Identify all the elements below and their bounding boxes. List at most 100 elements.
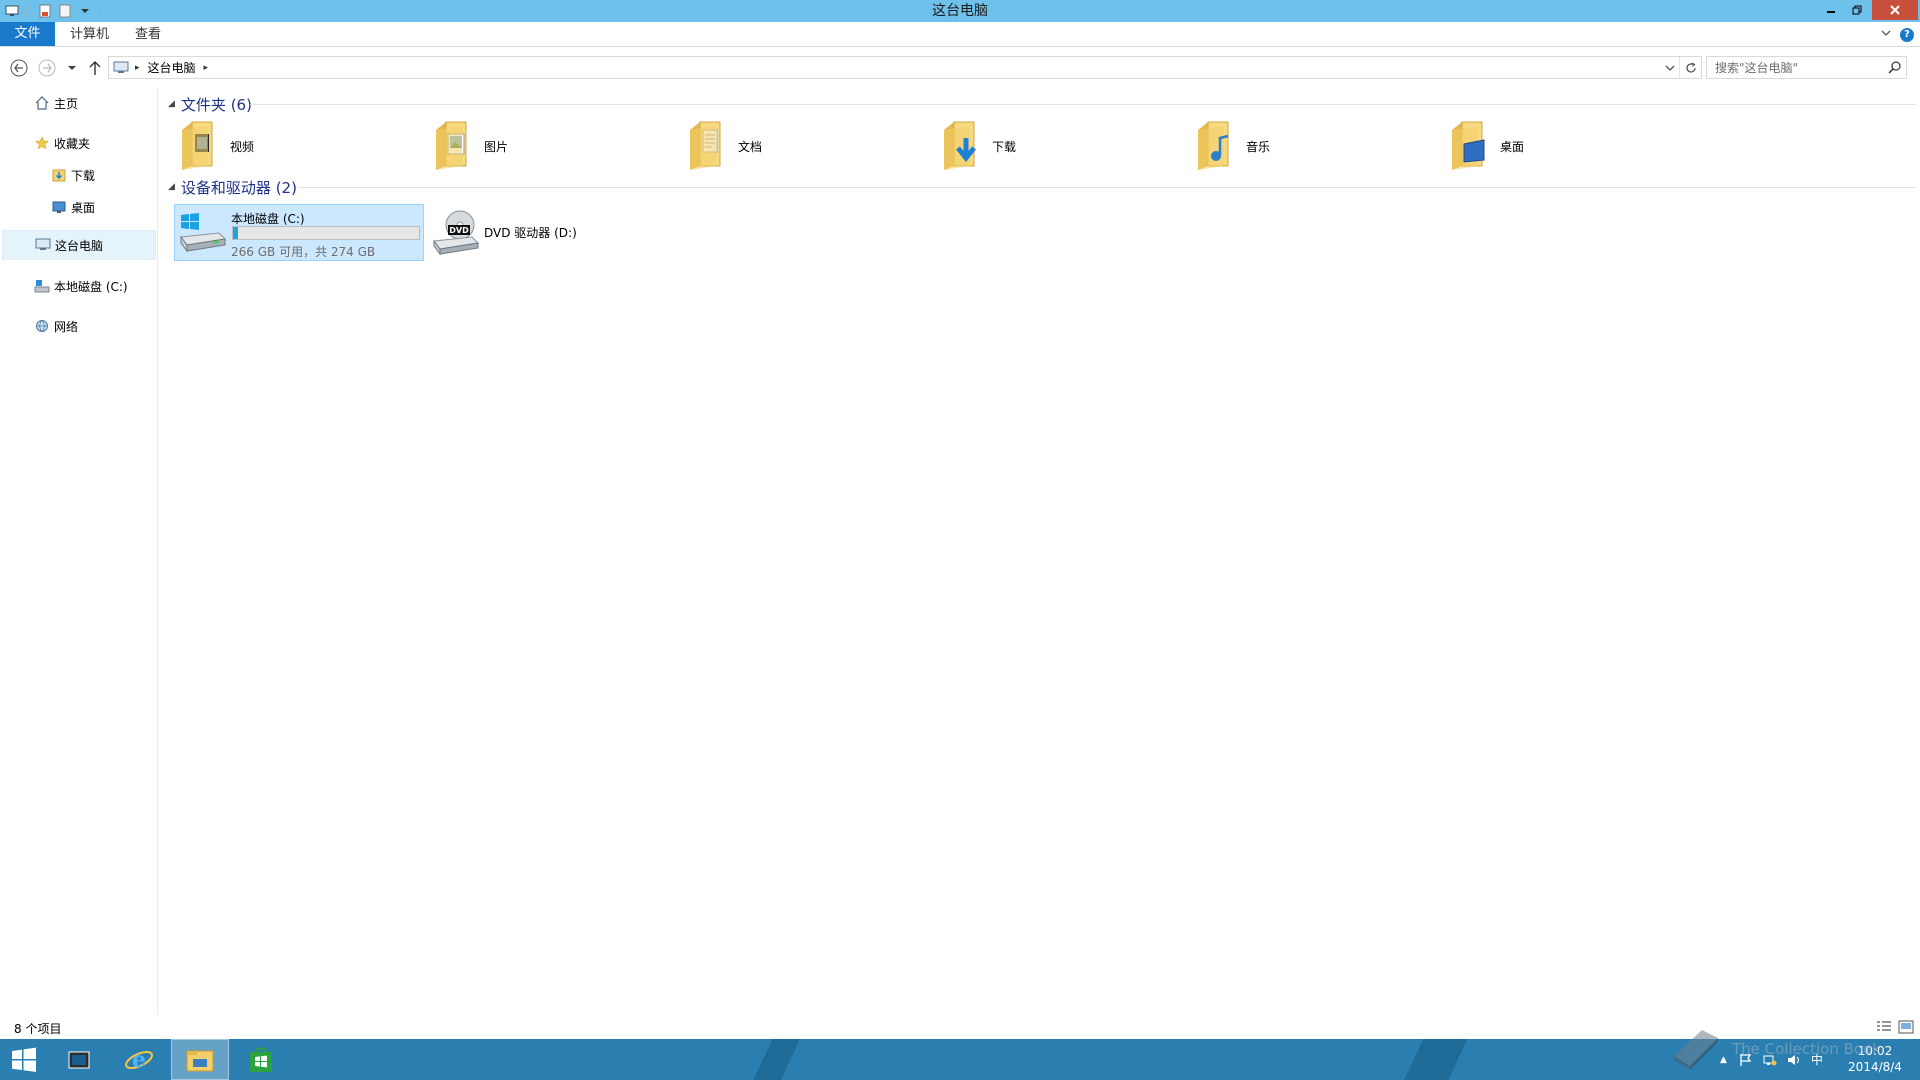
star-icon bbox=[34, 135, 50, 151]
address-bar[interactable]: ▸ 这台电脑 ▸ bbox=[108, 56, 1702, 79]
taskbar-internet-explorer[interactable]: e bbox=[110, 1039, 168, 1080]
folders-group-header[interactable]: ◢ 文件夹 (6) bbox=[168, 93, 252, 115]
group-title: 设备和驱动器 (2) bbox=[180, 178, 297, 197]
store-icon bbox=[250, 1046, 272, 1072]
videos-folder-icon bbox=[178, 120, 226, 172]
toolbar-separator bbox=[99, 5, 100, 17]
folder-label: 图片 bbox=[484, 139, 509, 154]
search-icon[interactable] bbox=[1887, 60, 1902, 75]
search-box bbox=[1706, 56, 1907, 79]
breadcrumb-separator-icon[interactable]: ▸ bbox=[204, 63, 209, 73]
taskbar-store[interactable] bbox=[232, 1039, 290, 1080]
recent-locations-button[interactable] bbox=[62, 58, 82, 78]
breadcrumb-this-pc[interactable]: 这台电脑 bbox=[148, 59, 196, 76]
drive-free-space: 266 GB 可用，共 274 GB bbox=[231, 245, 376, 259]
drive-tile-d[interactable]: DVD DVD 驱动器 (D:) bbox=[432, 204, 577, 261]
start-button[interactable] bbox=[0, 1039, 48, 1080]
customize-toolbar-icon[interactable] bbox=[77, 3, 93, 19]
expand-ribbon-button[interactable] bbox=[1880, 27, 1894, 41]
computer-icon bbox=[113, 61, 129, 73]
sidebar-item-home[interactable]: 主页 bbox=[34, 88, 78, 118]
forward-arrow-icon bbox=[38, 59, 56, 77]
folder-label: 视频 bbox=[230, 139, 255, 154]
tab-view[interactable]: 查看 bbox=[135, 25, 161, 45]
collapse-triangle-icon: ◢ bbox=[168, 182, 175, 192]
item-count: 8 个项目 bbox=[14, 1022, 62, 1036]
close-button[interactable] bbox=[1872, 0, 1918, 20]
sidebar-item-this-pc[interactable]: 这台电脑 bbox=[2, 230, 156, 260]
drive-tile-c[interactable]: 本地磁盘 (C:) 266 GB 可用，共 274 GB bbox=[174, 204, 424, 261]
group-title: 文件夹 (6) bbox=[180, 95, 252, 114]
taskbar-file-explorer[interactable] bbox=[171, 1039, 229, 1080]
dvd-drive-icon: DVD bbox=[432, 207, 480, 259]
tab-computer[interactable]: 计算机 bbox=[70, 25, 109, 45]
toolbar-separator bbox=[26, 5, 27, 17]
refresh-button[interactable] bbox=[1679, 57, 1701, 78]
folder-tile-music[interactable]: 音乐 bbox=[1194, 116, 1270, 176]
sidebar-item-label: 这台电脑 bbox=[55, 238, 104, 253]
close-icon bbox=[1890, 5, 1900, 15]
forward-button[interactable] bbox=[37, 58, 57, 78]
sidebar-item-local-disk[interactable]: 本地磁盘 (C:) bbox=[34, 271, 128, 301]
server-manager-icon bbox=[68, 1051, 90, 1068]
group-divider bbox=[298, 187, 1916, 188]
properties-icon[interactable] bbox=[37, 3, 53, 19]
collapse-triangle-icon: ◢ bbox=[168, 99, 175, 109]
network-icon bbox=[34, 318, 50, 334]
sidebar-item-label: 主页 bbox=[54, 96, 79, 111]
svg-text:DVD: DVD bbox=[449, 226, 469, 235]
tab-file[interactable]: 文件 bbox=[0, 22, 55, 46]
folder-tile-videos[interactable]: 视频 bbox=[178, 116, 254, 176]
taskbar: e ▲ 中 10:02 2014/8/4 bbox=[0, 1039, 1920, 1080]
chevron-down-icon bbox=[1665, 65, 1675, 71]
file-explorer-icon bbox=[186, 1050, 214, 1071]
book-logo-icon bbox=[1674, 1030, 1718, 1070]
title-bar: 这台电脑 bbox=[0, 0, 1920, 22]
taskbar-server-manager[interactable] bbox=[50, 1039, 108, 1080]
group-divider bbox=[250, 104, 1916, 105]
minimize-button[interactable] bbox=[1818, 0, 1844, 20]
music-folder-icon bbox=[1194, 120, 1242, 172]
search-input[interactable] bbox=[1707, 57, 1877, 78]
folder-tile-documents[interactable]: 文档 bbox=[686, 116, 762, 176]
internet-explorer-icon: e bbox=[125, 1047, 153, 1073]
back-button[interactable] bbox=[9, 58, 29, 78]
drive-name: DVD 驱动器 (D:) bbox=[484, 226, 577, 240]
home-icon bbox=[34, 95, 50, 111]
folder-tile-pictures[interactable]: 图片 bbox=[432, 116, 508, 176]
windows-logo-icon bbox=[12, 1047, 36, 1072]
sidebar-item-label: 下载 bbox=[71, 168, 96, 183]
documents-folder-icon bbox=[686, 120, 734, 172]
drive-usage-fill bbox=[233, 227, 239, 239]
quick-access-toolbar bbox=[0, 0, 106, 22]
sidebar-item-desktop[interactable]: 桌面 bbox=[51, 192, 95, 222]
sidebar-item-network[interactable]: 网络 bbox=[34, 311, 78, 341]
desktop-folder-icon bbox=[1448, 120, 1496, 172]
help-button[interactable]: ? bbox=[1900, 28, 1914, 42]
sidebar-item-favorites[interactable]: 收藏夹 bbox=[34, 128, 90, 158]
restore-icon bbox=[1852, 5, 1862, 15]
ribbon: 文件 计算机 查看 ? bbox=[0, 22, 1920, 47]
content-pane: ◢ 文件夹 (6) 视频 图片 文档 下载 音乐 桌面 ◢ 设备和驱动器 (2)… bbox=[160, 88, 1920, 1015]
folder-label: 桌面 bbox=[1500, 139, 1525, 154]
up-button[interactable] bbox=[85, 58, 105, 78]
breadcrumb-separator-icon[interactable]: ▸ bbox=[135, 63, 140, 73]
sidebar-item-label: 本地磁盘 (C:) bbox=[54, 279, 128, 294]
address-history-button[interactable] bbox=[1661, 57, 1679, 78]
system-menu-icon[interactable] bbox=[4, 3, 20, 19]
folder-tile-desktop[interactable]: 桌面 bbox=[1448, 116, 1524, 176]
folder-label: 下载 bbox=[992, 139, 1017, 154]
navigation-pane: 主页 收藏夹 下载 桌面 这台电脑 本地磁盘 (C:) 网络 bbox=[0, 88, 158, 1015]
restore-button[interactable] bbox=[1844, 0, 1870, 20]
back-arrow-icon bbox=[10, 59, 28, 77]
folder-tile-downloads[interactable]: 下载 bbox=[940, 116, 1016, 176]
new-folder-icon[interactable] bbox=[57, 3, 73, 19]
up-arrow-icon bbox=[89, 61, 101, 75]
window-title: 这台电脑 bbox=[932, 3, 988, 19]
sidebar-item-label: 网络 bbox=[54, 319, 79, 334]
drive-usage-bar bbox=[232, 226, 420, 240]
folder-label: 音乐 bbox=[1246, 139, 1271, 154]
sidebar-item-downloads[interactable]: 下载 bbox=[51, 160, 95, 190]
devices-group-header[interactable]: ◢ 设备和驱动器 (2) bbox=[168, 176, 297, 198]
sidebar-item-label: 收藏夹 bbox=[54, 136, 91, 151]
